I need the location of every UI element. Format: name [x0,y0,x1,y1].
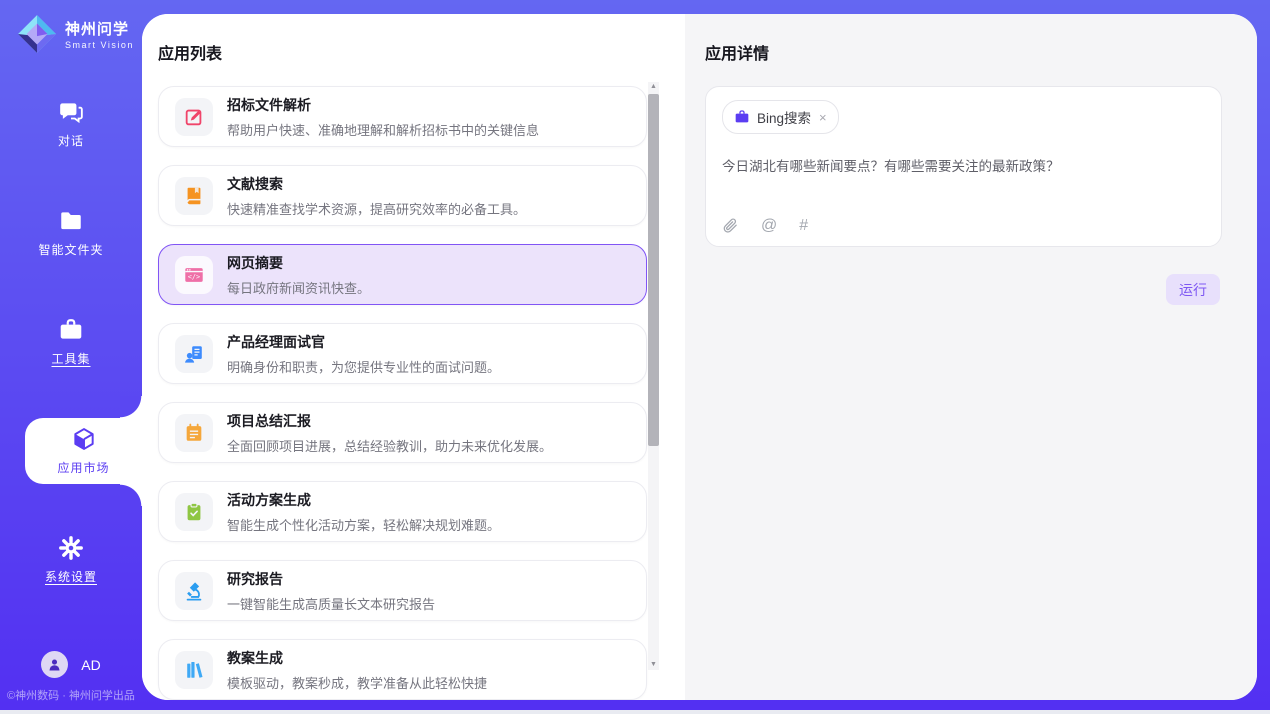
app-name: 产品经理面试官 [227,332,500,352]
interview-icon [175,335,213,373]
run-button[interactable]: 运行 [1166,274,1220,305]
app-list-panel: 应用列表 招标文件解析 帮助用户快速、准确地理解和解析招标书中的关键信息 文献搜… [142,14,685,700]
app-detail-panel: 应用详情 Bing搜索 × 今日湖北有哪些新闻要点？有哪些需要关注的最新政策？ … [685,14,1257,700]
sidebar: 神州问学 Smart Vision 对话 智能文件夹 工具集 应用市场 系统设置… [0,0,142,710]
main-content: 应用列表 招标文件解析 帮助用户快速、准确地理解和解析招标书中的关键信息 文献搜… [142,14,1257,700]
app-desc: 帮助用户快速、准确地理解和解析招标书中的关键信息 [227,120,539,139]
toolbox-icon [58,317,84,343]
user-name: AD [81,657,100,673]
app-desc: 一键智能生成高质量长文本研究报告 [227,594,435,613]
scroll-down-icon[interactable]: ▼ [650,660,657,670]
books-icon [175,651,213,689]
app-desc: 模板驱动，教案秒成，教学准备从此轻松快捷 [227,673,487,692]
app-name: 文献搜索 [227,174,526,194]
person-icon [46,656,63,673]
briefcase-icon [734,109,750,125]
sidebar-item-tools[interactable]: 工具集 [0,309,142,375]
paperclip-icon[interactable] [722,217,739,234]
app-name: 研究报告 [227,569,435,589]
user-account[interactable]: AD [0,651,142,678]
tool-tag-label: Bing搜索 [757,107,811,127]
gear-icon [58,535,84,561]
app-item-lesson-plan[interactable]: 教案生成 模板驱动，教案秒成，教学准备从此轻松快捷 [158,639,647,700]
app-item-literature[interactable]: 文献搜索 快速精准查找学术资源，提高研究效率的必备工具。 [158,165,647,226]
brand-subtitle: Smart Vision [65,40,134,50]
clipboard-icon [175,493,213,531]
mention-icon[interactable]: @ [761,217,777,234]
note-icon [175,414,213,452]
chat-icon [58,99,84,125]
app-detail-title: 应用详情 [705,40,1222,64]
avatar [41,651,68,678]
app-item-bid-parse[interactable]: 招标文件解析 帮助用户快速、准确地理解和解析招标书中的关键信息 [158,86,647,147]
cube-icon [71,426,97,452]
sidebar-item-chat[interactable]: 对话 [0,91,142,157]
app-desc: 智能生成个性化活动方案，轻松解决规划难题。 [227,515,500,534]
scroll-up-icon[interactable]: ▲ [650,82,657,92]
app-list: 招标文件解析 帮助用户快速、准确地理解和解析招标书中的关键信息 文献搜索 快速精… [158,86,647,700]
doc-edit-icon [175,98,213,136]
close-icon[interactable]: × [819,110,827,125]
attachment-toolbar: @ # [722,217,1205,234]
folder-icon [58,208,84,234]
sidebar-item-label: 系统设置 [45,568,97,585]
scrollbar[interactable]: ▲ ▼ [648,82,659,670]
app-name: 网页摘要 [227,253,370,273]
app-item-research-report[interactable]: 研究报告 一键智能生成高质量长文本研究报告 [158,560,647,621]
sidebar-item-label: 工具集 [51,350,90,367]
app-name: 活动方案生成 [227,490,500,510]
brand: 神州问学 Smart Vision [0,0,142,55]
brand-name: 神州问学 [65,18,134,39]
sidebar-item-folders[interactable]: 智能文件夹 [0,200,142,266]
app-item-web-summary[interactable]: 网页摘要 每日政府新闻资讯快查。 [158,244,647,305]
app-desc: 快速精准查找学术资源，提高研究效率的必备工具。 [227,199,526,218]
sidebar-item-label: 对话 [58,132,84,149]
app-desc: 全面回顾项目进展，总结经验教训，助力未来优化发展。 [227,436,552,455]
app-name: 教案生成 [227,648,487,668]
sidebar-item-label: 应用市场 [57,459,109,476]
app-desc: 每日政府新闻资讯快查。 [227,278,370,297]
sidebar-item-market[interactable]: 应用市场 [25,418,142,484]
sidebar-item-settings[interactable]: 系统设置 [0,527,142,593]
brand-logo-icon [16,13,58,55]
app-item-pm-interview[interactable]: 产品经理面试官 明确身份和职责，为您提供专业性的面试问题。 [158,323,647,384]
tool-tag-bing-search[interactable]: Bing搜索 × [722,100,839,134]
app-desc: 明确身份和职责，为您提供专业性的面试问题。 [227,357,500,376]
copyright: ©神州数码 · 神州问学出品 [0,687,142,703]
sidebar-item-label: 智能文件夹 [38,241,103,258]
browser-icon [175,256,213,294]
book-icon [175,177,213,215]
app-list-title: 应用列表 [158,40,685,64]
app-name: 项目总结汇报 [227,411,552,431]
sidebar-nav: 对话 智能文件夹 工具集 应用市场 系统设置 [0,91,142,593]
query-input[interactable]: 今日湖北有哪些新闻要点？有哪些需要关注的最新政策？ [722,157,1205,177]
app-item-event-plan[interactable]: 活动方案生成 智能生成个性化活动方案，轻松解决规划难题。 [158,481,647,542]
app-name: 招标文件解析 [227,95,539,115]
app-window: 神州问学 Smart Vision 对话 智能文件夹 工具集 应用市场 系统设置… [0,0,1270,710]
scrollbar-thumb[interactable] [648,94,659,446]
hash-icon[interactable]: # [799,217,808,234]
query-card: Bing搜索 × 今日湖北有哪些新闻要点？有哪些需要关注的最新政策？ @ # [705,86,1222,247]
microscope-icon [175,572,213,610]
app-item-project-report[interactable]: 项目总结汇报 全面回顾项目进展，总结经验教训，助力未来优化发展。 [158,402,647,463]
